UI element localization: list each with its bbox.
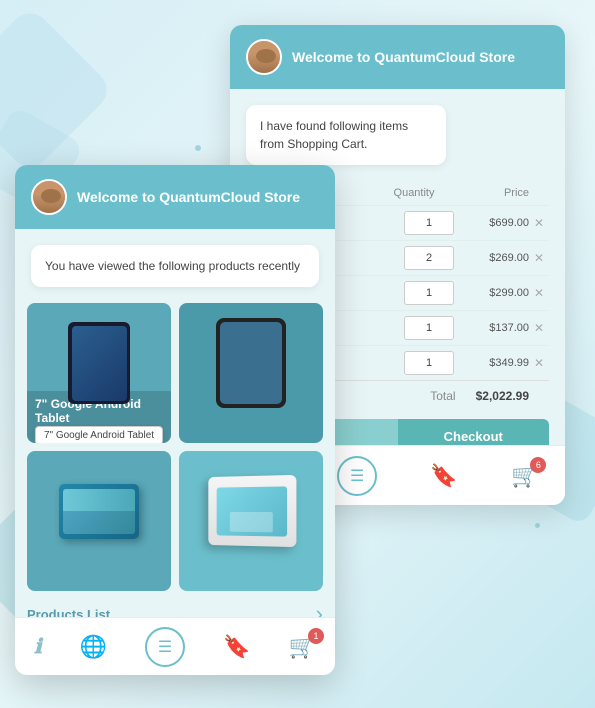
- product-name-1b: Tablet: [35, 411, 163, 425]
- nav-cart-front[interactable]: 🛒 1: [289, 634, 316, 660]
- nav-globe-front[interactable]: 🌐: [80, 634, 107, 660]
- qty-input[interactable]: [404, 246, 454, 270]
- cart-item-price: $699.00: [469, 217, 529, 229]
- dark-tablet-screen: [220, 322, 282, 404]
- product-card-2[interactable]: [179, 303, 323, 443]
- remove-item-button[interactable]: ✕: [529, 216, 549, 230]
- product-card-1[interactable]: 7" Google Android Tablet $500.00 $300.00…: [27, 303, 171, 443]
- avatar-front: [31, 179, 67, 215]
- nav-info[interactable]: ℹ: [34, 634, 42, 659]
- remove-item-button[interactable]: ✕: [529, 251, 549, 265]
- total-value: $2,022.99: [476, 389, 529, 403]
- menu-icon-front: ☰: [158, 637, 172, 657]
- bookmark-icon-front: 🔖: [223, 634, 250, 659]
- qty-input[interactable]: [404, 316, 454, 340]
- globe-icon-front: 🌐: [80, 634, 107, 659]
- dark-tablet-image: [216, 318, 286, 408]
- product-card-4-img: [179, 461, 323, 561]
- col-header-x: [529, 187, 549, 199]
- qty-input[interactable]: [404, 281, 454, 305]
- google-tablet-image: [68, 322, 130, 404]
- info-icon: ℹ: [34, 636, 42, 658]
- product-card-4[interactable]: [179, 451, 323, 591]
- nav-bookmark-front[interactable]: 🔖: [223, 634, 250, 660]
- remove-item-button[interactable]: ✕: [529, 286, 549, 300]
- chat-bubble-front: You have viewed the following products r…: [31, 245, 319, 287]
- product-card-2-img: [179, 313, 323, 413]
- chat-message-back: I have found following items from Shoppi…: [260, 119, 408, 151]
- menu-icon: ☰: [350, 466, 364, 486]
- cart-item-price: $349.99: [469, 357, 529, 369]
- nav-menu-circle[interactable]: ☰: [337, 456, 377, 496]
- chat-message-front: You have viewed the following products r…: [45, 259, 300, 273]
- back-panel-title: Welcome to QuantumCloud Store: [292, 49, 515, 65]
- nav-cart[interactable]: 🛒 6: [511, 463, 538, 489]
- qty-input[interactable]: [404, 211, 454, 235]
- product-grid: 7" Google Android Tablet $500.00 $300.00…: [15, 303, 335, 591]
- bookmark-icon: 🔖: [430, 463, 457, 488]
- chat-bubble-back: I have found following items from Shoppi…: [246, 105, 446, 165]
- qty-input[interactable]: [404, 351, 454, 375]
- cart-item-price: $269.00: [469, 252, 529, 264]
- product-tooltip-1: 7" Google Android Tablet: [35, 426, 163, 443]
- col-header-price: Price: [454, 187, 529, 199]
- bg-dot-3: [535, 523, 540, 528]
- remove-item-button[interactable]: ✕: [529, 356, 549, 370]
- product-card-3[interactable]: [27, 451, 171, 591]
- col-header-qty: Quantity: [374, 187, 454, 199]
- product-card-3-img: [27, 461, 171, 561]
- front-panel: Welcome to QuantumCloud Store You have v…: [15, 165, 335, 675]
- front-panel-header: Welcome to QuantumCloud Store: [15, 165, 335, 229]
- front-bottom-nav: ℹ 🌐 ☰ 🔖 🛒 1: [15, 617, 335, 675]
- product-card-1-img: [27, 313, 171, 413]
- cart-badge: 6: [530, 457, 546, 473]
- avatar-face: [248, 41, 280, 73]
- nav-menu-front-circle[interactable]: ☰: [145, 627, 185, 667]
- cart-item-price: $299.00: [469, 287, 529, 299]
- back-panel-header: Welcome to QuantumCloud Store: [230, 25, 565, 89]
- nav-bookmark[interactable]: 🔖: [430, 463, 457, 489]
- avatar-face-front: [33, 181, 65, 213]
- cart-item-price: $137.00: [469, 322, 529, 334]
- cart-badge-front: 1: [308, 628, 324, 644]
- bg-dot-2: [195, 145, 201, 151]
- tablet-screen: [72, 326, 127, 401]
- total-label: Total: [430, 389, 455, 403]
- front-panel-title: Welcome to QuantumCloud Store: [77, 189, 300, 205]
- remove-item-button[interactable]: ✕: [529, 321, 549, 335]
- avatar: [246, 39, 282, 75]
